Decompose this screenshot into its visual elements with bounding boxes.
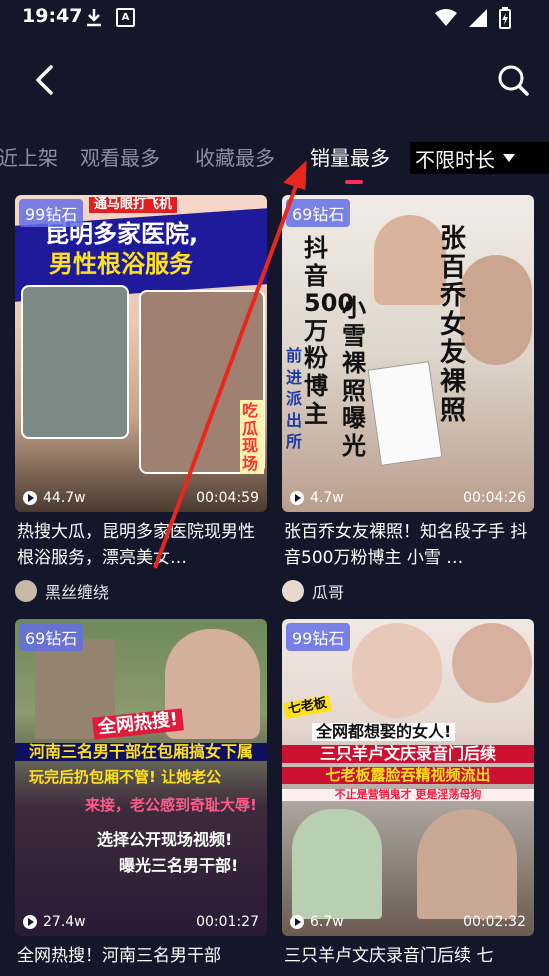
price-badge: 69钻石	[19, 623, 84, 651]
avatar	[282, 580, 304, 602]
tab-best-selling[interactable]: 销量最多	[310, 142, 390, 171]
duration-filter-label: 不限时长	[415, 147, 495, 172]
thumb-tag: 七老板	[282, 695, 333, 720]
thumb-headline-1: 全网都想娶的女人!	[312, 723, 456, 741]
view-count: 44.7w	[43, 490, 86, 506]
video-title[interactable]: 张百乔女友裸照！知名段子手 抖音500万粉博主 小雪 …	[284, 519, 534, 571]
thumb-vertical-4: 前进派出所	[286, 346, 303, 452]
view-count: 4.7w	[310, 490, 344, 506]
thumb-headline-4: 不止是营销鬼才 更是淫荡母狗	[282, 788, 534, 802]
video-title[interactable]: 热搜大瓜，昆明多家医院现男性根浴服务，漂亮美女…	[17, 519, 267, 571]
tab-most-favorited[interactable]: 收藏最多	[195, 142, 275, 171]
thumb-tag: 通马眼打飞机	[89, 197, 178, 214]
thumb-face-2	[460, 255, 532, 365]
play-count-icon	[23, 491, 37, 505]
wifi-icon	[435, 9, 457, 26]
top-nav	[0, 50, 549, 110]
view-count: 6.7w	[310, 914, 344, 930]
back-icon[interactable]	[28, 62, 64, 98]
status-bar: 19:47 A	[0, 0, 549, 36]
author-row[interactable]: 瓜哥	[282, 579, 344, 603]
price-badge: 99钻石	[286, 623, 351, 651]
video-thumbnail[interactable]: 通马眼打飞机 昆明多家医院, 男性根浴服务 吃瓜现场 99钻石 44.7w 00…	[15, 195, 267, 512]
video-thumbnail[interactable]: 抖音500万粉博主 前进派出所 小雪裸照曝光 张百乔女友裸照 69钻石 4.7w…	[282, 195, 534, 512]
play-count-icon	[290, 491, 304, 505]
tab-most-viewed[interactable]: 观看最多	[80, 142, 160, 171]
caret-down-icon	[503, 154, 515, 162]
thumb-person-2	[417, 809, 517, 919]
a-notification-icon: A	[116, 8, 135, 27]
search-icon[interactable]	[495, 62, 531, 98]
play-count-icon	[290, 915, 304, 929]
video-title[interactable]: 全网热搜！河南三名男干部	[17, 943, 267, 969]
video-duration: 00:04:59	[196, 490, 259, 506]
video-title[interactable]: 三只羊卢文庆录音门后续 七	[284, 943, 534, 969]
active-tab-indicator	[345, 180, 363, 184]
thumb-headline-5: 选择公开现场视频!	[97, 830, 233, 849]
signal-icon	[469, 9, 487, 27]
thumb-headline-2: 河南三名男干部在包厢搞女下属	[15, 743, 267, 761]
view-count: 27.4w	[43, 914, 86, 930]
thumb-person	[292, 809, 382, 919]
thumb-face-2	[452, 623, 532, 703]
video-thumbnail[interactable]: 七老板 全网都想娶的女人! 三只羊卢文庆录音门后续 七老板露脸吞精视频流出 不止…	[282, 619, 534, 936]
thumb-corner-label: 吃瓜现场	[240, 400, 264, 475]
thumb-headline-3: 七老板露脸吞精视频流出	[282, 767, 534, 784]
download-icon	[87, 9, 101, 27]
author-name: 瓜哥	[312, 583, 345, 602]
thumb-headline-2: 三只羊卢文庆录音门后续	[282, 745, 534, 763]
play-count-icon	[23, 915, 37, 929]
thumb-vertical-2: 小雪裸照曝光	[342, 294, 366, 460]
thumb-document	[367, 361, 443, 466]
thumb-photo-left	[21, 285, 129, 439]
status-time: 19:47	[22, 5, 83, 27]
thumb-vertical-1: 抖音500万粉博主	[304, 234, 355, 428]
price-badge: 69钻石	[286, 199, 351, 227]
video-duration: 00:02:32	[463, 914, 526, 930]
thumb-face	[374, 215, 446, 305]
thumb-headline-3: 玩完后扔包厢不管! 让她老公	[29, 768, 222, 786]
thumb-headline-4: 来接，老公感到奇耻大辱!	[85, 796, 257, 814]
video-duration: 00:01:27	[196, 914, 259, 930]
author-row[interactable]: 黑丝缠绕	[15, 579, 109, 603]
price-badge: 99钻石	[19, 199, 84, 227]
avatar	[15, 580, 37, 602]
battery-icon	[499, 7, 511, 29]
thumb-headline-2: 男性根浴服务	[49, 250, 193, 278]
duration-filter-dropdown[interactable]: 不限时长	[410, 142, 549, 174]
thumb-face	[352, 623, 442, 718]
video-thumbnail[interactable]: 全网热搜! 河南三名男干部在包厢搞女下属 玩完后扔包厢不管! 让她老公 来接，老…	[15, 619, 267, 936]
thumb-vertical-3: 张百乔女友裸照	[440, 224, 467, 426]
thumb-headline-6: 曝光三名男干部!	[119, 856, 239, 875]
tab-newest[interactable]: 近上架	[0, 142, 58, 171]
video-duration: 00:04:26	[463, 490, 526, 506]
author-name: 黑丝缠绕	[45, 583, 110, 602]
